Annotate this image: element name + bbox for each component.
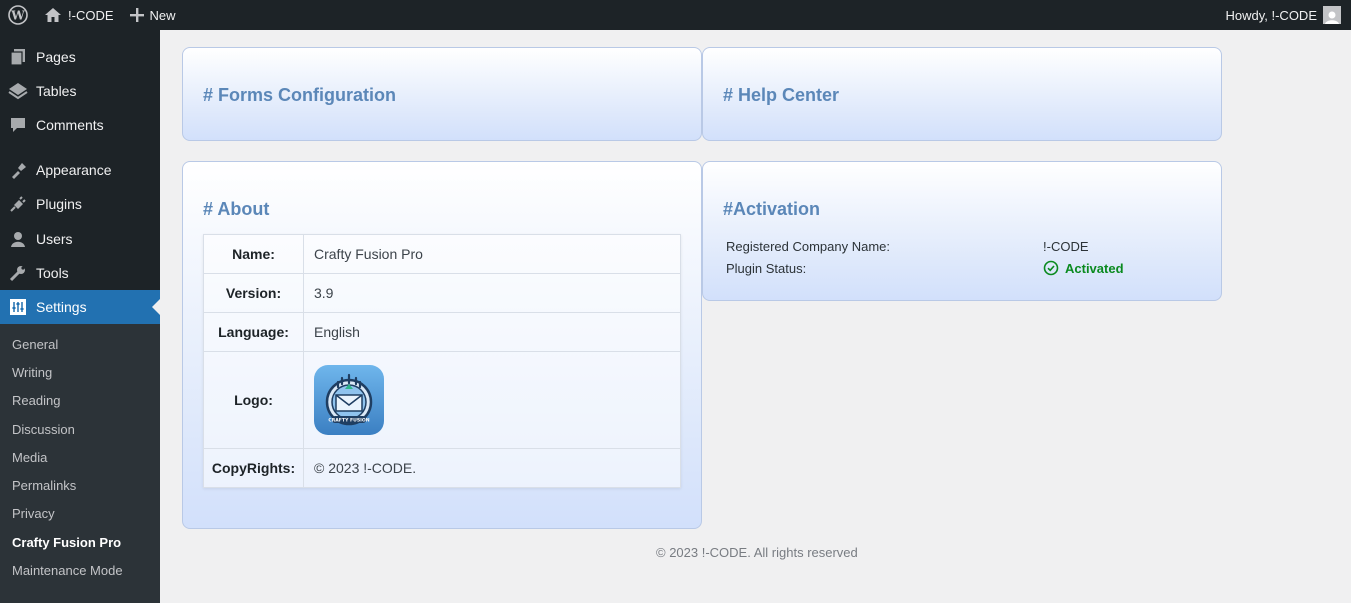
sidebar-item-label: Users [36, 231, 73, 247]
status-value: Activated [1065, 260, 1124, 276]
avatar [1323, 6, 1341, 24]
sidebar-item-settings[interactable]: Settings [0, 290, 160, 324]
help-center-panel[interactable]: # Help Center [702, 47, 1222, 141]
submenu-item-maintenance-mode[interactable]: Maintenance Mode [12, 561, 123, 581]
about-table: Name: Crafty Fusion Pro Version: 3.9 Lan… [203, 234, 681, 488]
sidebar-item-tables[interactable]: Tables [0, 74, 160, 108]
sidebar-item-label: Pages [36, 49, 76, 65]
submenu-item-media[interactable]: Media [12, 448, 47, 468]
admin-bar: W !-CODE New Howdy, !-CODE [0, 0, 1351, 30]
sidebar-item-tools[interactable]: Tools [0, 256, 160, 290]
comments-icon [0, 116, 36, 134]
howdy-text: Howdy, !-CODE [1225, 7, 1318, 23]
logo-lettering: CRAFTY FUSION [328, 418, 369, 424]
crafty-fusion-logo: CRAFTY FUSION [314, 365, 384, 435]
check-circle-icon [1043, 260, 1059, 276]
table-row: Name: Crafty Fusion Pro [203, 234, 681, 274]
activation-title: #Activation [723, 199, 821, 219]
site-name-link[interactable]: !-CODE [36, 0, 122, 30]
admin-sidebar: Pages Tables Comments Appearance Plugins… [0, 30, 160, 603]
sidebar-item-label: Tables [36, 83, 77, 99]
new-content-link[interactable]: New [122, 0, 184, 30]
svg-text:W: W [10, 9, 25, 23]
sidebar-item-label: Tools [36, 265, 69, 281]
submenu-item-general[interactable]: General [12, 335, 58, 355]
name-label: Name: [203, 234, 304, 274]
sidebar-item-label: Comments [36, 117, 104, 133]
footer-copyright: © 2023 !-CODE. All rights reserved [656, 545, 858, 560]
new-label: New [149, 7, 176, 23]
company-label: Registered Company Name: [726, 239, 891, 254]
settings-icon [0, 298, 36, 316]
company-value: !-CODE [1043, 239, 1089, 254]
site-name: !-CODE [68, 7, 114, 23]
forms-configuration-title[interactable]: # Forms Configuration [203, 85, 396, 106]
logo-label: Logo: [203, 351, 304, 449]
wordpress-logo-icon[interactable]: W [0, 0, 36, 30]
home-icon [45, 8, 61, 22]
version-label: Version: [203, 273, 304, 313]
settings-submenu: General Writing Reading Discussion Media… [0, 324, 160, 603]
copyrights-value: © 2023 !-CODE. [303, 448, 681, 488]
submenu-item-permalinks[interactable]: Permalinks [12, 476, 76, 496]
version-value: 3.9 [303, 273, 681, 313]
my-account-link[interactable]: Howdy, !-CODE [1218, 0, 1351, 30]
status-badge: Activated [1043, 260, 1124, 276]
sidebar-item-comments[interactable]: Comments [0, 108, 160, 142]
sidebar-item-pages[interactable]: Pages [0, 40, 160, 74]
submenu-item-discussion[interactable]: Discussion [12, 420, 75, 440]
language-label: Language: [203, 312, 304, 352]
users-icon [0, 230, 36, 248]
name-value: Crafty Fusion Pro [303, 234, 681, 274]
plugins-icon [0, 195, 36, 213]
sidebar-item-label: Settings [36, 299, 87, 315]
pages-icon [0, 48, 36, 66]
table-row: Version: 3.9 [203, 273, 681, 313]
submenu-item-privacy[interactable]: Privacy [12, 504, 55, 524]
table-row: Language: English [203, 312, 681, 352]
sidebar-item-label: Plugins [36, 196, 82, 212]
plus-icon [129, 8, 144, 22]
submenu-item-writing[interactable]: Writing [12, 363, 52, 383]
tools-icon [0, 264, 36, 282]
forms-configuration-panel[interactable]: # Forms Configuration [182, 47, 702, 141]
submenu-item-crafty-fusion-pro[interactable]: Crafty Fusion Pro [12, 533, 121, 553]
tables-icon [0, 82, 36, 100]
appearance-icon [0, 161, 36, 179]
help-center-title[interactable]: # Help Center [723, 85, 839, 106]
language-value: English [303, 312, 681, 352]
submenu-item-reading[interactable]: Reading [12, 391, 60, 411]
sidebar-item-label: Appearance [36, 162, 112, 178]
status-label: Plugin Status: [726, 261, 807, 276]
logo-cell: CRAFTY FUSION [303, 351, 681, 449]
activation-panel: #Activation Registered Company Name: !-C… [702, 161, 1222, 301]
sidebar-item-plugins[interactable]: Plugins [0, 187, 160, 221]
table-row: Logo: CRAFTY FUSION [203, 351, 681, 449]
sidebar-item-appearance[interactable]: Appearance [0, 153, 160, 187]
copyrights-label: CopyRights: [203, 448, 304, 488]
sidebar-item-users[interactable]: Users [0, 222, 160, 256]
about-title: # About [203, 199, 270, 219]
table-row: CopyRights: © 2023 !-CODE. [203, 448, 681, 488]
about-panel: # About Name: Crafty Fusion Pro Version:… [182, 161, 702, 529]
